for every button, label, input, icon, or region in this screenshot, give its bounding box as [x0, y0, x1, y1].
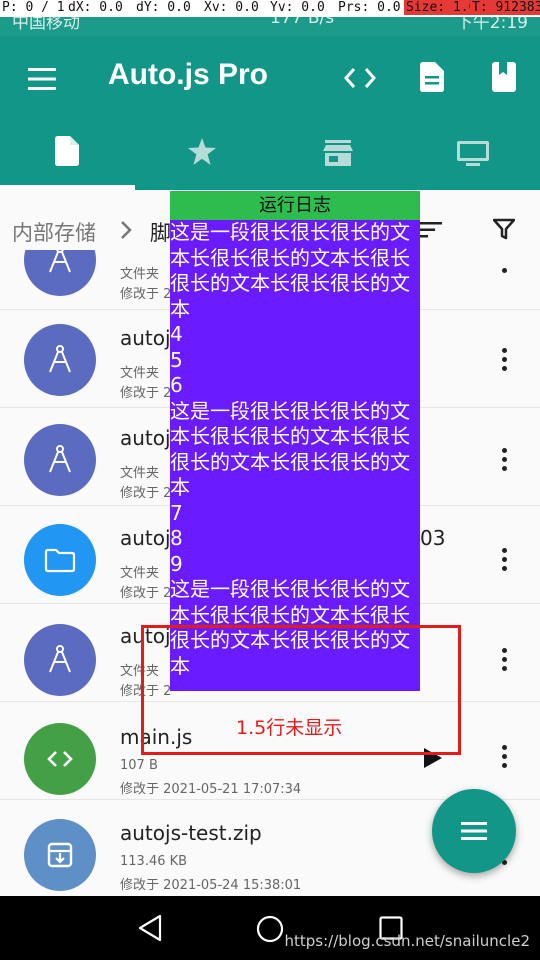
item-modified: 修改于 2021-05-21 17:07:34	[120, 782, 302, 797]
item-modified: 修改于 2	[120, 287, 172, 302]
log-window-title[interactable]: 运行日志	[170, 191, 420, 220]
more-options-icon[interactable]	[498, 268, 510, 277]
item-name: autojs-test.zip	[120, 821, 262, 845]
sort-icon[interactable]	[420, 222, 442, 242]
compass-icon	[24, 324, 96, 396]
chevron-right-icon	[120, 220, 132, 244]
log-line: 4	[170, 322, 183, 346]
archive-icon	[24, 819, 96, 891]
more-options-icon[interactable]	[498, 648, 510, 675]
item-modified: 修改于 2021-05-24 15:38:01	[120, 878, 302, 893]
compass-icon	[24, 624, 96, 696]
log-line: 8	[170, 526, 183, 550]
code-icon	[24, 723, 96, 795]
debug-yv: Yv: 0.0	[270, 0, 325, 15]
pointer-debug-bar: P: 0 / 1 dX: 0.0 dY: 0.0 Xv: 0.0 Yv: 0.0…	[0, 0, 540, 17]
folder-icon	[24, 524, 96, 596]
tab-monitor-icon[interactable]	[457, 141, 489, 171]
breadcrumb-root[interactable]: 内部存储	[12, 217, 96, 247]
log-window-body[interactable]: 这是一段很长很长很长的文本长很长很长的文本长很长很长的文本长很长很长的文本 4 …	[170, 220, 420, 691]
menu-icon[interactable]	[28, 68, 56, 94]
fab-button[interactable]	[432, 789, 516, 873]
home-icon[interactable]	[256, 915, 284, 947]
list-icon	[461, 822, 487, 844]
log-line: 这是一段很长很长很长的文本长很长很长的文本长很长很长的文本长很长很长的文本	[170, 398, 410, 500]
app-title: Auto.js Pro	[108, 58, 269, 91]
item-modified: 修改于 2	[120, 586, 172, 601]
bookmark-icon[interactable]	[492, 62, 516, 96]
log-line: 这是一段很长很长很长的文本长很长很长的文本长很长很长的文本长很长很长的文本	[170, 220, 410, 321]
debug-prs: Prs: 0.0	[338, 0, 401, 15]
debug-pointer: P: 0 / 1	[2, 0, 65, 15]
log-line: 9	[170, 551, 183, 576]
item-name-suffix: 03	[420, 526, 446, 550]
debug-size: Size: 1.0	[404, 0, 479, 15]
more-options-icon[interactable]	[498, 745, 510, 772]
item-name: autoj	[120, 426, 171, 450]
item-type: 文件夹	[120, 267, 160, 282]
debug-dy: dY: 0.0	[136, 0, 191, 15]
navigation-bar: https://blog.csdn.net/snailuncle2	[0, 896, 540, 960]
item-type: 文件夹	[120, 566, 160, 581]
item-modified: 修改于 2	[120, 486, 172, 501]
app-bar: Auto.js Pro	[0, 36, 540, 190]
item-type: 文件夹	[120, 366, 160, 381]
code-icon[interactable]	[343, 67, 377, 93]
tab-star-icon[interactable]	[188, 138, 216, 169]
tab-files-icon[interactable]	[55, 136, 79, 170]
tab-store-icon[interactable]	[323, 140, 353, 170]
item-type: 文件夹	[120, 466, 160, 481]
back-icon[interactable]	[138, 914, 162, 946]
filter-icon[interactable]	[492, 218, 516, 244]
compass-icon	[24, 250, 96, 296]
item-size: 107 B	[120, 758, 158, 773]
log-line: 5	[170, 347, 183, 372]
watermark-text: https://blog.csdn.net/snailuncle2	[284, 932, 530, 950]
more-options-icon[interactable]	[498, 348, 510, 375]
item-modified: 修改于 2	[120, 386, 172, 401]
debug-time: T: 912383	[470, 0, 540, 15]
breadcrumb-current[interactable]: 脚	[150, 217, 171, 247]
log-line: 6	[170, 373, 183, 397]
debug-dx: dX: 0.0	[68, 0, 123, 15]
compass-icon	[24, 424, 96, 496]
annotation-label: 1.5行未显示	[236, 717, 343, 739]
document-icon[interactable]	[420, 62, 444, 96]
more-options-icon[interactable]	[498, 448, 510, 475]
log-line: 7	[170, 500, 183, 525]
more-options-icon[interactable]	[498, 548, 510, 575]
debug-xv: Xv: 0.0	[204, 0, 259, 15]
item-size: 113.46 KB	[120, 854, 188, 869]
